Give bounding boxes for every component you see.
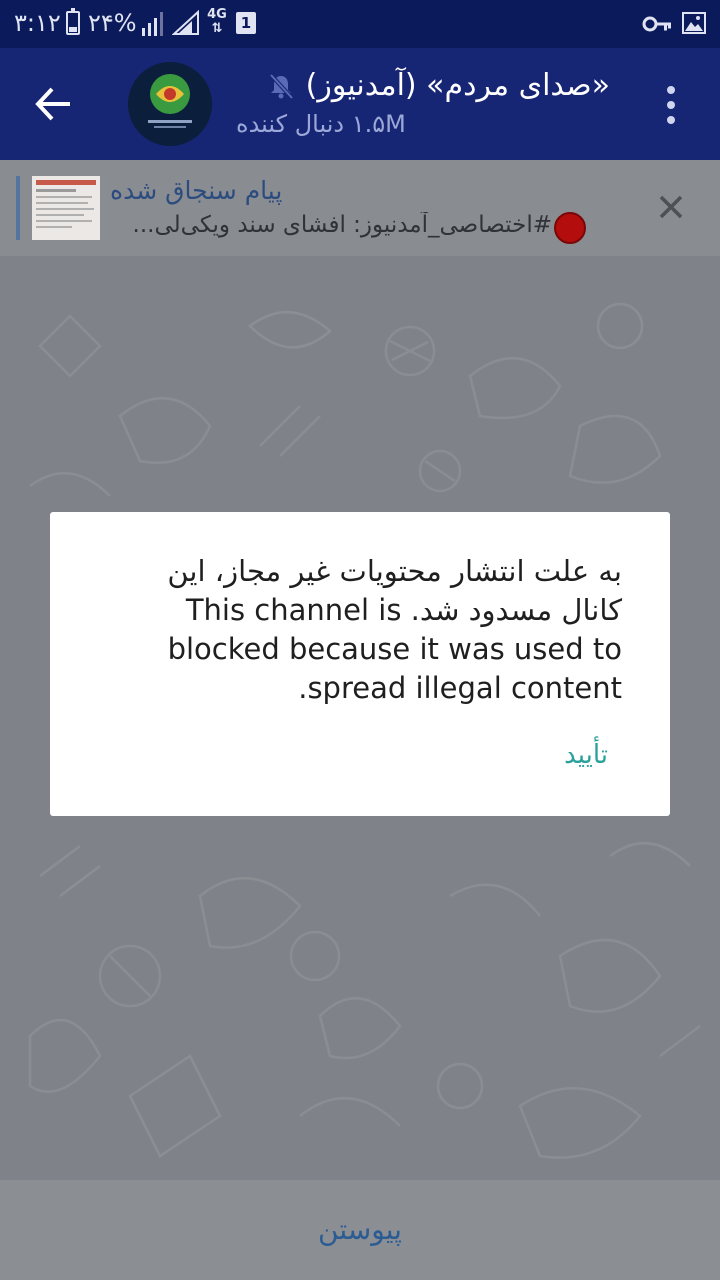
channel-avatar[interactable] — [128, 62, 212, 146]
signal-secondary-icon — [172, 10, 199, 35]
channel-title: «صدای مردم» (آمدنیوز) — [305, 68, 610, 103]
more-options-icon[interactable] — [656, 84, 686, 126]
close-pinned-icon[interactable] — [654, 190, 688, 224]
pinned-title: پیام سنجاق شده — [110, 176, 283, 205]
image-notification-icon — [682, 12, 706, 34]
join-channel-button[interactable]: پیوستن — [0, 1180, 720, 1280]
red-circle-emoji-icon — [554, 212, 586, 244]
confirm-button[interactable]: تأیید — [564, 740, 608, 770]
status-bar: ۳:۱۲ ۲۴% 4G ⇅ 1 — [0, 0, 720, 48]
status-time: ۳:۱۲ — [14, 9, 61, 37]
back-arrow-icon[interactable] — [30, 82, 78, 126]
vpn-key-icon — [642, 16, 671, 32]
network-type: 4G ⇅ — [207, 7, 227, 36]
title-row[interactable]: «صدای مردم» (آمدنیوز) — [266, 68, 610, 103]
pinned-thumbnail — [32, 176, 100, 240]
subscriber-count: ۱.۵M دنبال کننده — [236, 110, 406, 138]
sim-slot-badge: 1 — [236, 12, 256, 34]
battery-icon — [66, 8, 80, 35]
signal-icon — [142, 12, 168, 36]
blocked-channel-dialog: به علت انتشار محتویات غیر مجاز، این کانا… — [50, 512, 670, 816]
pinned-accent-line — [16, 176, 20, 240]
dialog-message: به علت انتشار محتویات غیر مجاز، این کانا… — [167, 554, 622, 705]
pinned-text: #اختصاصی_آمدنیوز: افشای سند ویکی‌لی... — [132, 212, 552, 238]
battery-percent: ۲۴% — [88, 9, 137, 37]
channel-logo-icon — [128, 62, 212, 146]
pinned-message-bar[interactable]: پیام سنجاق شده #اختصاصی_آمدنیوز: افشای س… — [0, 160, 720, 256]
muted-icon — [269, 73, 294, 99]
bottom-action-bar: پیوستن — [0, 1180, 720, 1280]
channel-header: «صدای مردم» (آمدنیوز) ۱.۵M دنبال کننده — [0, 48, 720, 160]
